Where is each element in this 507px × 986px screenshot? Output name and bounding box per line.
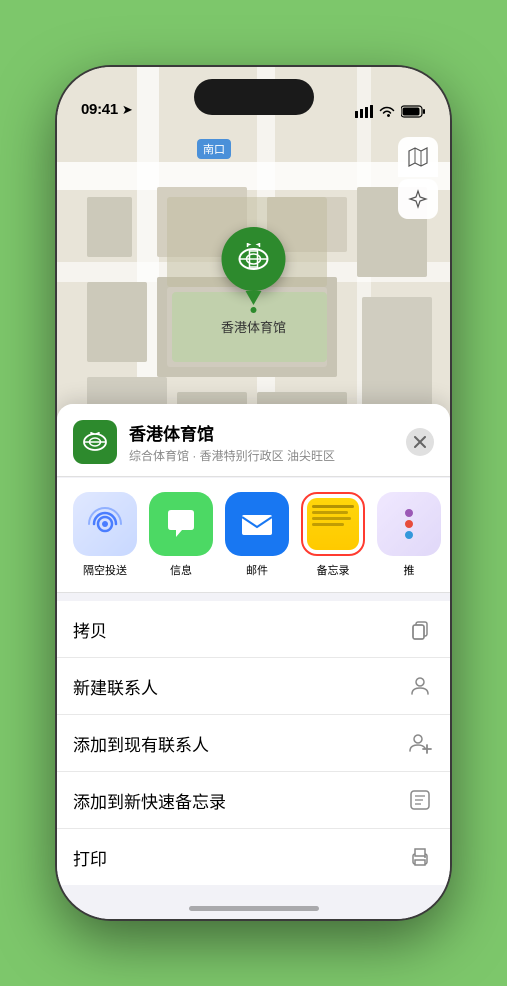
pin-circle-icon — [221, 227, 285, 291]
action-row-quick-notes[interactable]: 添加到新快速备忘录 — [57, 772, 450, 829]
phone-frame: 09:41 ➤ — [57, 67, 450, 919]
location-pin: 香港体育馆 — [221, 227, 286, 336]
share-item-mail[interactable]: 邮件 — [225, 492, 289, 578]
quick-notes-label: 添加到新快速备忘录 — [73, 788, 226, 813]
map-type-icon — [407, 146, 429, 168]
venue-info: 香港体育馆 综合体育馆 · 香港特别行政区 油尖旺区 — [129, 420, 394, 464]
print-icon — [406, 843, 434, 871]
action-row-new-contact[interactable]: 新建联系人 — [57, 658, 450, 715]
share-item-more[interactable]: 推 — [377, 492, 441, 578]
copy-label: 拷贝 — [73, 617, 107, 642]
sheet-header: 香港体育馆 综合体育馆 · 香港特别行政区 油尖旺区 — [57, 404, 450, 477]
add-existing-icon — [406, 729, 434, 757]
more-label: 推 — [404, 562, 415, 578]
new-contact-icon — [406, 672, 434, 700]
pin-dot — [250, 307, 256, 313]
location-button[interactable] — [398, 179, 438, 219]
action-row-add-existing[interactable]: 添加到现有联系人 — [57, 715, 450, 772]
new-contact-label: 新建联系人 — [73, 674, 158, 699]
map-type-button[interactable] — [398, 137, 438, 177]
venue-stadium-icon — [81, 428, 109, 456]
action-row-print[interactable]: 打印 — [57, 829, 450, 885]
map-controls — [398, 137, 438, 219]
home-indicator — [189, 906, 319, 911]
map-label-text: 南口 — [203, 144, 225, 156]
messages-icon-bg — [149, 492, 213, 556]
close-icon — [414, 436, 426, 448]
mail-icon — [237, 504, 277, 544]
location-arrow-icon: ➤ — [122, 102, 133, 118]
wifi-icon — [379, 106, 395, 118]
add-existing-label: 添加到现有联系人 — [73, 731, 209, 756]
pin-label: 香港体育馆 — [221, 317, 286, 336]
action-list: 拷贝 新建联系人 — [57, 601, 450, 885]
notes-label: 备忘录 — [317, 562, 350, 578]
action-row-copy[interactable]: 拷贝 — [57, 601, 450, 658]
status-icons — [355, 105, 426, 118]
venue-description: 综合体育馆 · 香港特别行政区 油尖旺区 — [129, 447, 394, 464]
location-icon — [408, 189, 428, 209]
pin-tail — [245, 291, 261, 305]
quick-notes-icon — [406, 786, 434, 814]
battery-icon — [401, 105, 426, 118]
phone-screen: 09:41 ➤ — [57, 67, 450, 919]
stadium-icon — [235, 241, 271, 277]
share-item-airdrop[interactable]: 隔空投送 — [73, 492, 137, 578]
signal-icon — [355, 105, 373, 118]
copy-icon — [406, 615, 434, 643]
map-location-label: 南口 — [197, 139, 231, 159]
airdrop-icon — [86, 505, 124, 543]
dynamic-island — [194, 79, 314, 115]
status-time: 09:41 — [81, 101, 118, 118]
share-item-messages[interactable]: 信息 — [149, 492, 213, 578]
airdrop-label: 隔空投送 — [83, 562, 127, 578]
close-button[interactable] — [406, 428, 434, 456]
notes-icon-bg — [301, 492, 365, 556]
mail-label: 邮件 — [246, 562, 268, 578]
mail-icon-bg — [225, 492, 289, 556]
messages-icon — [162, 505, 200, 543]
airdrop-icon-bg — [73, 492, 137, 556]
share-item-notes[interactable]: 备忘录 — [301, 492, 365, 578]
print-label: 打印 — [73, 845, 107, 870]
venue-name: 香港体育馆 — [129, 420, 394, 445]
more-icon-bg — [377, 492, 441, 556]
home-indicator-area — [57, 885, 450, 919]
bottom-sheet: 香港体育馆 综合体育馆 · 香港特别行政区 油尖旺区 — [57, 404, 450, 919]
messages-label: 信息 — [170, 562, 192, 578]
venue-icon — [73, 420, 117, 464]
share-row: 隔空投送 信息 — [57, 478, 450, 593]
